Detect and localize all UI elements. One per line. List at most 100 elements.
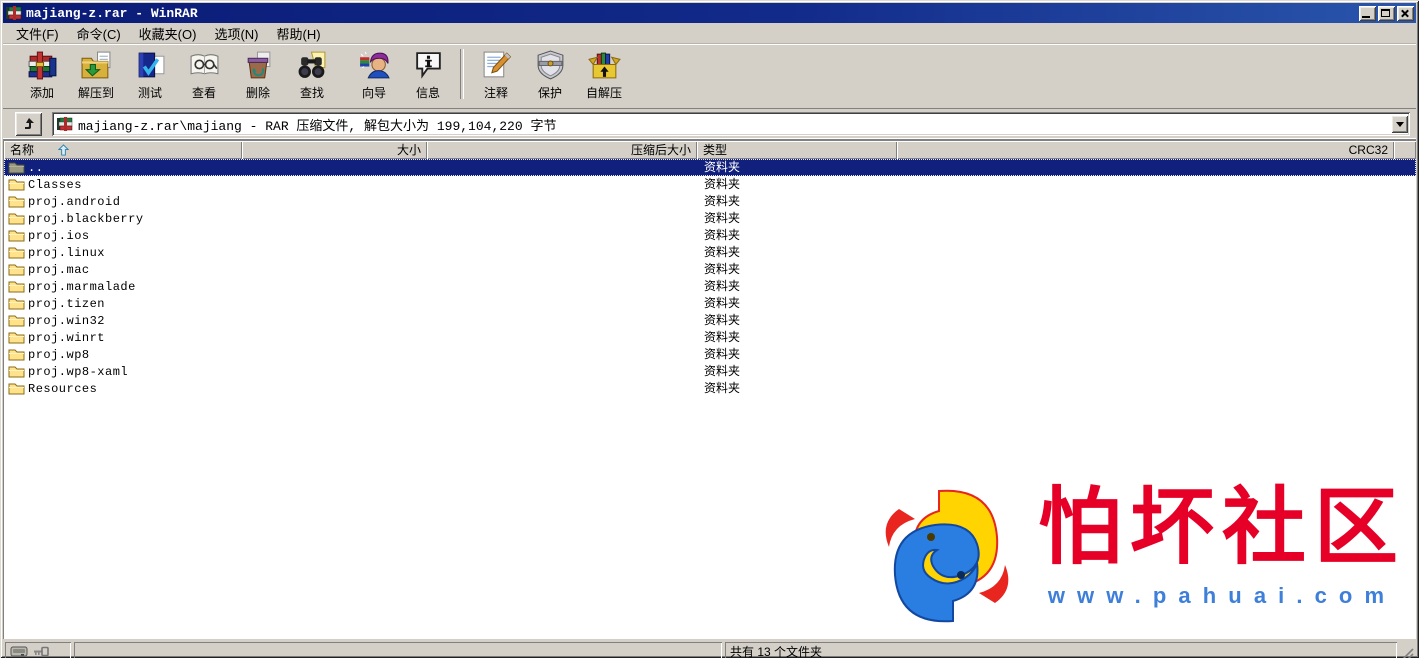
- add-button[interactable]: 添加: [15, 46, 69, 103]
- title-bar[interactable]: majiang-z.rar - WinRAR: [3, 3, 1416, 23]
- folder-icon: [8, 229, 25, 242]
- file-row[interactable]: proj.linux资料夹: [4, 244, 1416, 261]
- archive-path-text: majiang-z.rar\majiang - RAR 压缩文件, 解包大小为 …: [78, 115, 1391, 134]
- file-row[interactable]: Resources资料夹: [4, 380, 1416, 397]
- up-directory-button[interactable]: [15, 112, 42, 136]
- folder-icon: [8, 246, 25, 259]
- menu-options[interactable]: 选项(N): [205, 22, 267, 45]
- file-row[interactable]: proj.win32资料夹: [4, 312, 1416, 329]
- folder-icon: [8, 314, 25, 327]
- chevron-down-icon: [1396, 122, 1404, 127]
- file-row[interactable]: proj.wp8-xaml资料夹: [4, 363, 1416, 380]
- menu-commands[interactable]: 命令(C): [68, 22, 130, 45]
- tool-label: 删除: [246, 84, 270, 101]
- wizard-icon: [358, 49, 391, 82]
- sfx-icon: [588, 49, 621, 82]
- find-button[interactable]: 查找: [285, 46, 339, 103]
- tool-label: 解压到: [78, 84, 114, 101]
- file-name: proj.mac: [28, 263, 90, 277]
- winrar-app-icon: [6, 6, 22, 20]
- file-row[interactable]: proj.wp8资料夹: [4, 346, 1416, 363]
- file-type: 资料夹: [704, 278, 740, 295]
- file-type: 资料夹: [704, 295, 740, 312]
- column-label: 压缩后大小: [631, 142, 691, 159]
- delete-button[interactable]: 删除: [231, 46, 285, 103]
- file-name: proj.android: [28, 195, 120, 209]
- folder-icon: [8, 348, 25, 361]
- file-name: proj.linux: [28, 246, 105, 260]
- folder-icon: [8, 331, 25, 344]
- combobox-dropdown-button[interactable]: [1391, 115, 1408, 133]
- sfx-button[interactable]: 自解压: [577, 46, 631, 103]
- tool-label: 向导: [362, 84, 386, 101]
- column-header-size[interactable]: 大小: [242, 141, 427, 159]
- delete-file-icon: [242, 49, 275, 82]
- extract-to-button[interactable]: 解压到: [69, 46, 123, 103]
- pahuai-fish-logo-icon: [870, 481, 1022, 631]
- column-header-name[interactable]: 名称: [4, 141, 242, 159]
- wizard-button[interactable]: 向导: [347, 46, 401, 103]
- file-list-rows: ..资料夹Classes资料夹proj.android资料夹proj.black…: [4, 159, 1416, 397]
- comment-button[interactable]: 注释: [469, 46, 523, 103]
- file-row[interactable]: proj.android 资料夹: [4, 193, 1416, 210]
- file-name: proj.win32: [28, 314, 105, 328]
- file-name: proj.tizen: [28, 297, 105, 311]
- column-header-crc32[interactable]: CRC32: [897, 141, 1394, 159]
- file-row[interactable]: ..资料夹: [4, 159, 1416, 176]
- tool-label: 信息: [416, 84, 440, 101]
- winrar-file-icon: [57, 117, 73, 131]
- tool-label: 查看: [192, 84, 216, 101]
- test-button[interactable]: 测试: [123, 46, 177, 103]
- tool-label: 自解压: [586, 84, 622, 101]
- file-type: 资料夹: [704, 346, 740, 363]
- close-button[interactable]: [1397, 6, 1414, 21]
- file-name: proj.wp8-xaml: [28, 365, 128, 379]
- protect-button[interactable]: 保护: [523, 46, 577, 103]
- maximize-icon: [1381, 9, 1390, 17]
- column-label: 大小: [397, 142, 421, 159]
- file-list-panel: 名称 大小 压缩后大小 类型 CRC32 ..资料夹Classes资料夹proj…: [3, 140, 1416, 639]
- menu-favorites[interactable]: 收藏夹(O): [130, 22, 206, 45]
- file-name: proj.ios: [28, 229, 90, 243]
- minimize-button[interactable]: [1359, 6, 1376, 21]
- file-row[interactable]: Classes 资料夹: [4, 176, 1416, 193]
- file-row[interactable]: proj.tizen 资料夹: [4, 295, 1416, 312]
- test-archive-icon: [134, 49, 167, 82]
- file-row[interactable]: proj.winrt资料夹: [4, 329, 1416, 346]
- file-type: 资料夹: [704, 329, 740, 346]
- folder-icon: [8, 178, 25, 191]
- file-type: 资料夹: [704, 193, 740, 210]
- folder-icon: [8, 280, 25, 293]
- file-row[interactable]: proj.ios 资料夹: [4, 227, 1416, 244]
- view-file-icon: [188, 49, 221, 82]
- resize-grip[interactable]: [1400, 645, 1414, 658]
- menu-file[interactable]: 文件(F): [7, 22, 68, 45]
- folder-icon: [8, 195, 25, 208]
- file-name: Classes: [28, 178, 82, 192]
- status-message-panel: [74, 642, 722, 658]
- folder-icon: [8, 365, 25, 378]
- folder-icon: [8, 297, 25, 310]
- folder-icon: [8, 382, 25, 395]
- file-type: 资料夹: [704, 227, 740, 244]
- tool-label: 测试: [138, 84, 162, 101]
- view-button[interactable]: 查看: [177, 46, 231, 103]
- up-arrow-icon: [21, 116, 37, 132]
- file-row[interactable]: proj.marmalade资料夹: [4, 278, 1416, 295]
- minimize-icon: [1362, 16, 1370, 18]
- file-row[interactable]: proj.mac资料夹: [4, 261, 1416, 278]
- file-type: 资料夹: [704, 176, 740, 193]
- maximize-button[interactable]: [1378, 6, 1395, 21]
- column-header-packed[interactable]: 压缩后大小: [427, 141, 697, 159]
- status-indicators: [5, 642, 71, 658]
- file-row[interactable]: proj.blackberry资料夹: [4, 210, 1416, 227]
- file-type: 资料夹: [704, 210, 740, 227]
- menu-help[interactable]: 帮助(H): [267, 22, 329, 45]
- menu-bar: 文件(F) 命令(C) 收藏夹(O) 选项(N) 帮助(H): [3, 23, 1416, 44]
- column-header-type[interactable]: 类型: [697, 141, 897, 159]
- toolbar: 添加 解压到 测试 查看 删除 查找 向导 信息: [3, 44, 1416, 109]
- file-type: 资料夹: [704, 159, 740, 176]
- watermark-title: 怕坏社区: [1038, 481, 1406, 577]
- info-button[interactable]: 信息: [401, 46, 455, 103]
- archive-path-combobox[interactable]: majiang-z.rar\majiang - RAR 压缩文件, 解包大小为 …: [52, 112, 1410, 136]
